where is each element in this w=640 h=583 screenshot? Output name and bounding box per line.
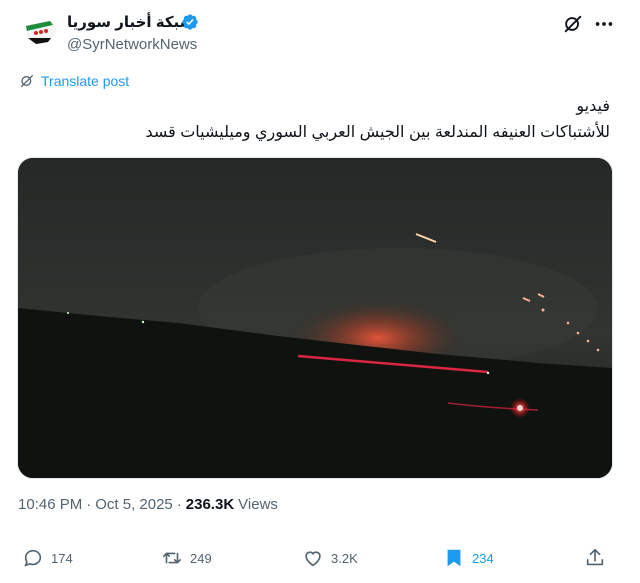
- author-display-name[interactable]: شبكة أخبار سوريا: [67, 13, 194, 31]
- avatar[interactable]: [20, 12, 60, 52]
- heart-icon: [305, 551, 321, 567]
- meta-separator: ·: [86, 496, 92, 513]
- verified-badge-icon: [181, 13, 199, 31]
- share-button[interactable]: [584, 540, 606, 576]
- grok-translate-icon: [21, 75, 33, 87]
- views-label: Views: [238, 496, 278, 513]
- night-clashes-video-icon: [18, 158, 612, 478]
- translate-post-link[interactable]: Translate post: [19, 73, 129, 89]
- repost-button[interactable]: 249: [161, 540, 212, 576]
- bookmark-icon: [447, 549, 461, 567]
- tweet-meta: 10:46 PM · Oct 5, 2025 · 236.3K Views: [18, 496, 278, 513]
- bookmark-count: 234: [472, 550, 494, 566]
- meta-separator-2: ·: [176, 496, 182, 513]
- reply-button[interactable]: 174: [22, 540, 73, 576]
- repost-icon: [162, 552, 182, 564]
- tweet-time[interactable]: 10:46 PM: [18, 496, 82, 513]
- share-icon: [586, 548, 604, 566]
- reply-count: 174: [51, 550, 73, 566]
- bookmark-button[interactable]: 234: [443, 540, 494, 576]
- tweet-video[interactable]: [17, 157, 613, 479]
- more-options-icon[interactable]: [593, 13, 615, 35]
- views-count: 236.3K: [185, 496, 235, 513]
- like-count: 3.2K: [331, 550, 358, 566]
- translate-label: Translate post: [41, 73, 130, 89]
- like-button[interactable]: 3.2K: [302, 540, 358, 576]
- reply-icon: [24, 549, 42, 567]
- tweet-text-line-2: للأشتباكات العنيفه المندلعة بين الجيش ال…: [145, 124, 610, 141]
- syria-flag-map-icon: [25, 20, 57, 45]
- action-bar: 174 249 3.2K 234: [0, 540, 640, 576]
- grok-icon[interactable]: [562, 13, 584, 35]
- author-handle[interactable]: @SyrNetworkNews: [67, 36, 197, 53]
- tweet-date[interactable]: Oct 5, 2025: [95, 496, 173, 513]
- repost-count: 249: [190, 550, 212, 566]
- tweet-text-line-1: فيديو: [576, 98, 610, 115]
